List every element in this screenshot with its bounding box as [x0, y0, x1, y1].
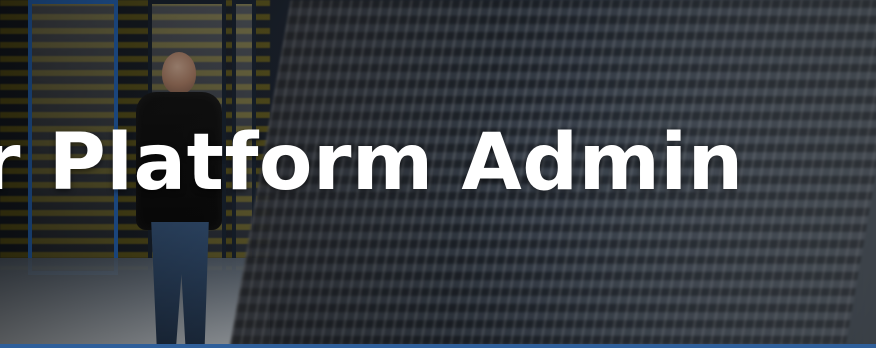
person-legs — [151, 222, 209, 348]
hero-title: r Platform Admin — [0, 118, 744, 208]
hero-banner: r Platform Admin — [0, 0, 876, 348]
bottom-accent-bar — [0, 344, 876, 348]
person-head — [162, 52, 196, 94]
